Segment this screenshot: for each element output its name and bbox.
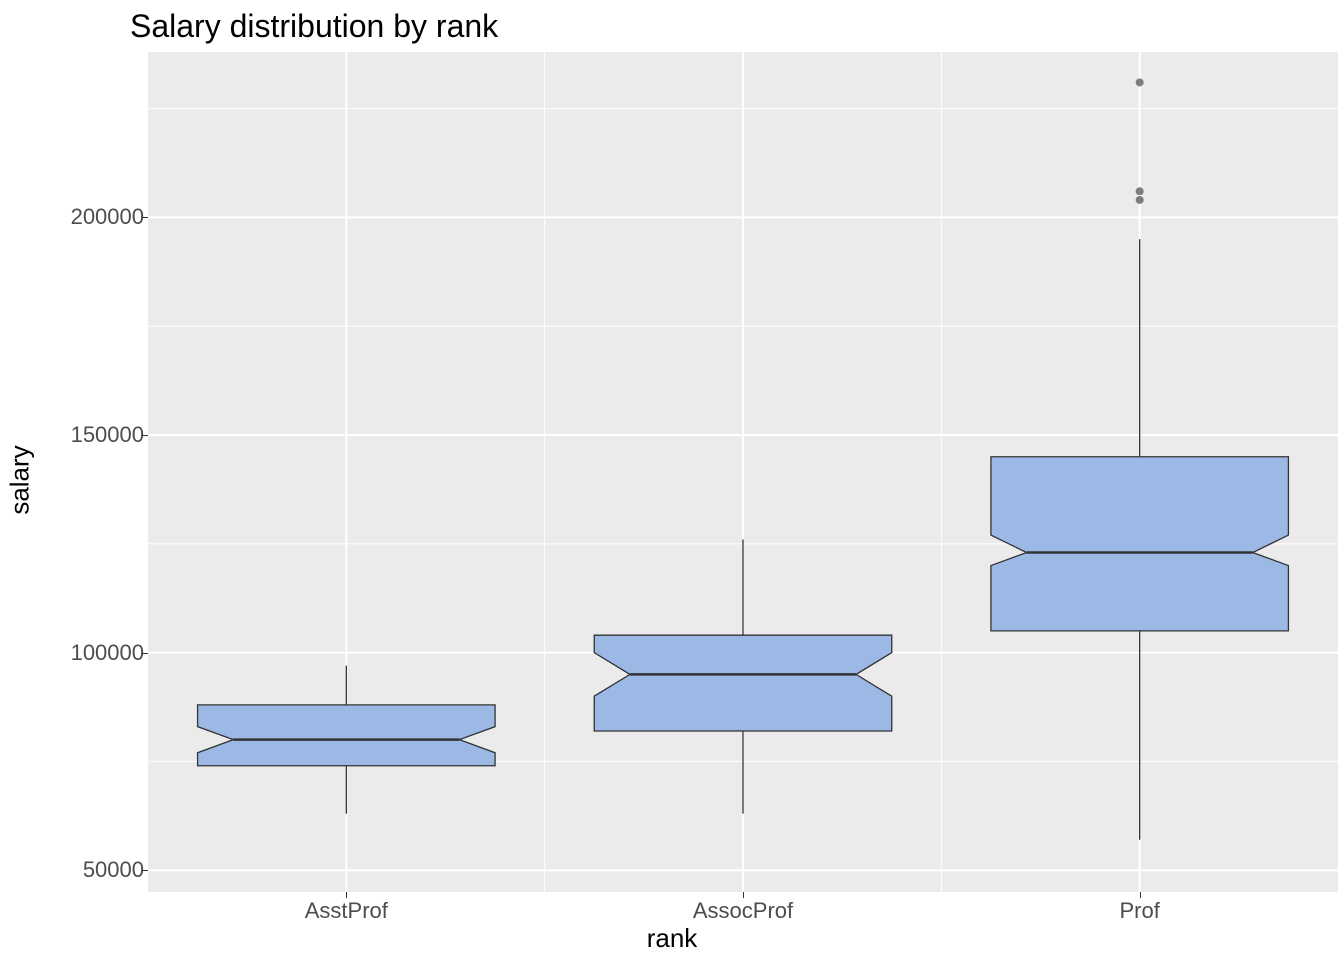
y-tick-label: 50000 xyxy=(24,857,144,883)
chart-title: Salary distribution by rank xyxy=(130,8,498,45)
y-tick-label: 200000 xyxy=(24,204,144,230)
y-tick-label: 150000 xyxy=(24,422,144,448)
plot-panel xyxy=(148,52,1338,892)
plot-svg xyxy=(148,52,1338,892)
y-axis-label: salary xyxy=(5,445,36,514)
x-tick-label: Prof xyxy=(1119,898,1159,924)
x-tick-label: AssocProf xyxy=(693,898,793,924)
y-tick-label: 100000 xyxy=(24,640,144,666)
x-axis-label: rank xyxy=(647,923,698,954)
x-tick-label: AsstProf xyxy=(305,898,388,924)
chart-container: Salary distribution by rank salary rank … xyxy=(0,0,1344,960)
